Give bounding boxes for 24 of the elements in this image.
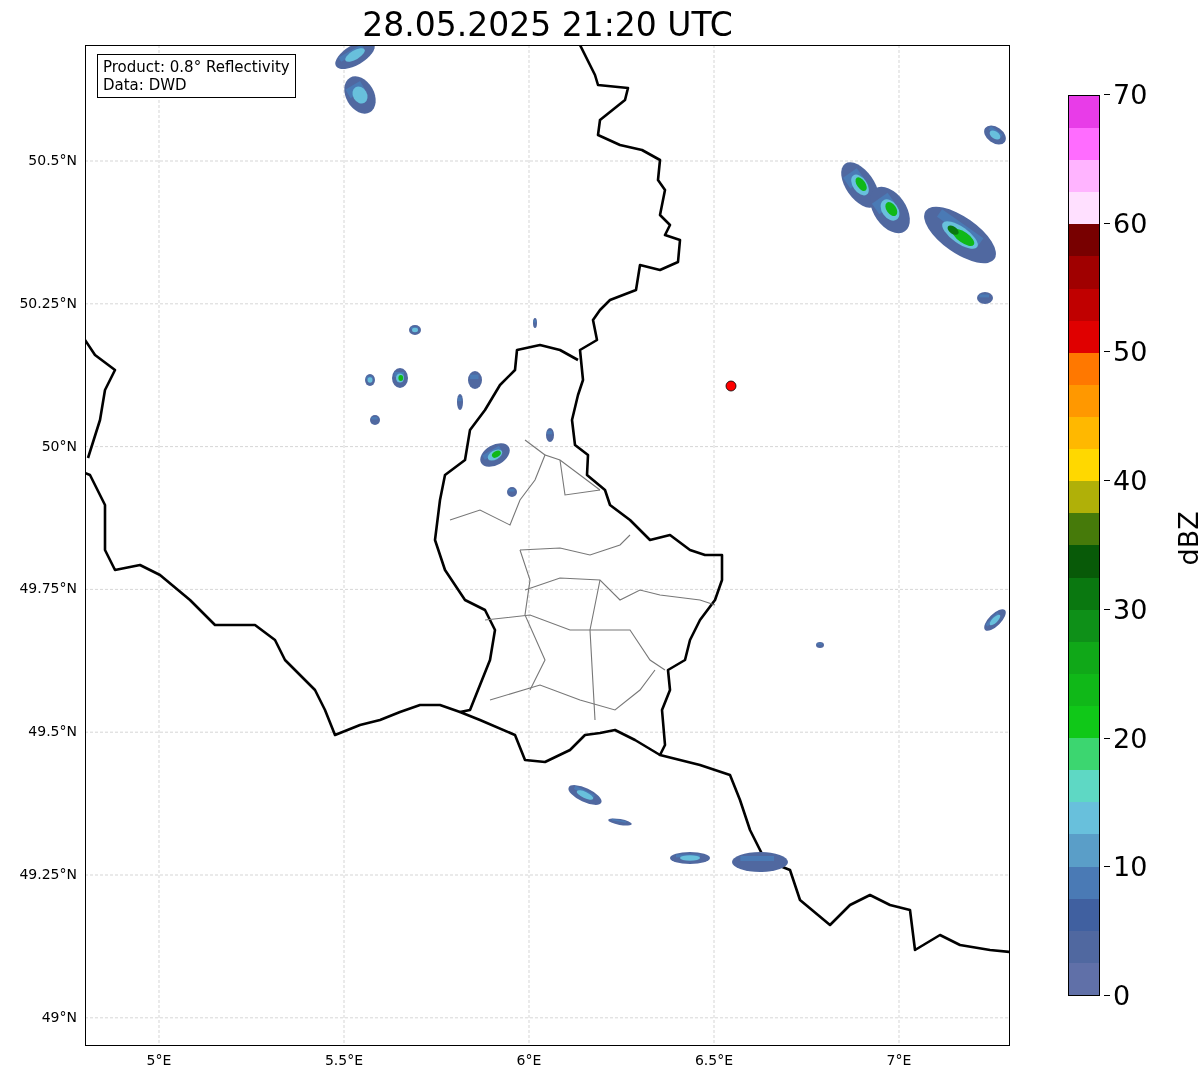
colorbar-tick-label: 60 (1113, 209, 1148, 237)
info-text: Product: 0.8° Reflectivity (103, 58, 290, 76)
colorbar-tick-label: 10 (1113, 853, 1148, 881)
axis-tick-label: 50°N (41, 437, 77, 454)
axis-tick-label: 7°E (886, 1052, 912, 1068)
radar-site-marker (725, 380, 737, 392)
axis-tick-label: 6.5°E (694, 1052, 734, 1068)
colorbar-tick-label: 30 (1113, 595, 1148, 623)
axis-tick-label: 49°N (41, 1008, 77, 1025)
colorbar-tick-label: 0 (1113, 982, 1131, 1009)
axis-tick-label: 5.5°E (324, 1052, 364, 1068)
axis-tick-label: 5°E (146, 1052, 172, 1068)
info-text: Data: DWD (103, 76, 188, 94)
colorbar-tick-label: 20 (1113, 724, 1148, 752)
colorbar-tick-label: 40 (1113, 467, 1148, 495)
axis-tick-label: 49.25°N (19, 866, 77, 882)
axis-tick-label: 6°E (516, 1052, 542, 1068)
chart-title: 28.05.2025 21:20 UTC (361, 8, 733, 41)
axis-tick-label: 49.75°N (19, 580, 77, 597)
axis-tick-label: 50.5°N (28, 152, 77, 168)
colorbar-tick-label: 50 (1113, 338, 1148, 366)
axis-tick-label: 49.5°N (28, 723, 77, 740)
axis-tick-label: 50.25°N (19, 294, 77, 311)
colorbar-tick-label: 70 (1113, 81, 1148, 108)
